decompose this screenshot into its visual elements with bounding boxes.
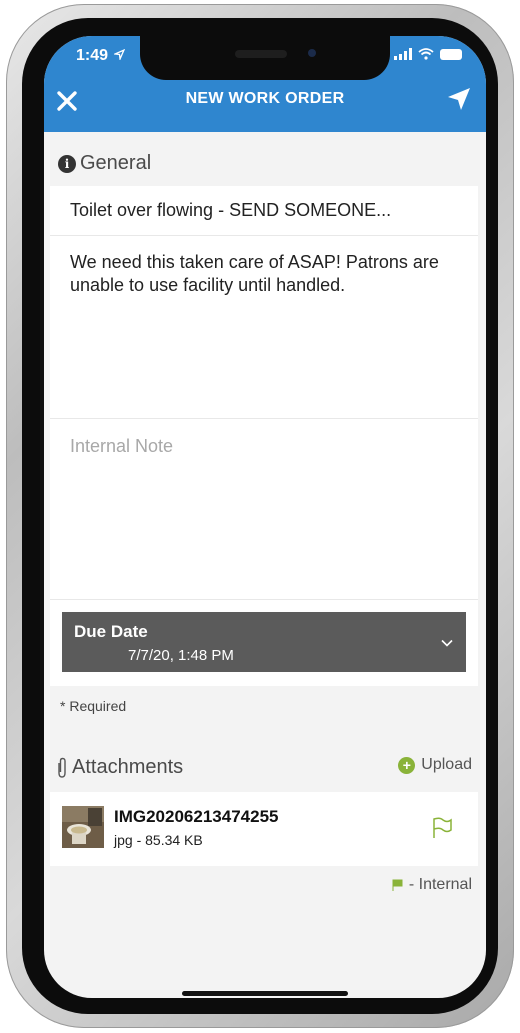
info-icon: i [58,154,76,173]
paperclip-icon [58,757,66,778]
internal-legend-label: - Internal [408,876,472,893]
description-field[interactable]: We need this taken care of ASAP! Patrons… [50,237,478,419]
due-date-label: Due Date [74,622,148,641]
upload-button[interactable]: + Upload [398,756,472,774]
send-arrow-icon [448,88,470,110]
required-note: * Required [60,698,127,714]
speaker-grille [235,50,287,58]
chevron-down-icon [441,639,453,647]
home-indicator [182,991,348,996]
general-section-label: General [80,152,152,174]
status-indicators [394,48,462,60]
attachment-meta: jpg - 85.34 KB [114,832,203,848]
flag-filled-icon [392,879,403,891]
internal-flag-toggle[interactable] [430,816,454,840]
due-date-value: 7/7/20, 1:48 PM [128,647,234,664]
send-button[interactable] [446,86,472,112]
wifi-icon [418,48,434,60]
front-camera [308,49,316,57]
battery-icon [440,48,462,60]
phone-notch [140,36,390,80]
app-screen: 1:49 NEW WORK ORDER i General Toilet ove… [44,36,486,998]
flag-outline-icon [433,817,452,838]
attachments-section-label: Attachments [72,756,184,778]
subject-field[interactable]: Toilet over flowing - SEND SOMEONE... [50,186,478,236]
internal-legend: - Internal [391,876,472,894]
upload-label: Upload [421,756,472,773]
page-title: NEW WORK ORDER [185,90,345,107]
attachments-section-header: Attachments [56,756,183,779]
due-date-select[interactable]: Due Date 7/7/20, 1:48 PM [62,612,466,672]
attachment-item[interactable]: IMG20206213474255 jpg - 85.34 KB [50,792,478,866]
cellular-signal-icon [394,48,412,60]
status-time: 1:49 [76,47,126,65]
attachment-thumbnail [62,806,104,848]
toilet-photo-icon [62,806,104,848]
general-section-header: i General [58,152,151,175]
attachment-name: IMG20206213474255 [114,807,279,826]
location-arrow-icon [113,48,126,62]
internal-note-field[interactable]: Internal Note [50,420,478,600]
plus-icon: + [398,756,416,774]
app-header: 1:49 NEW WORK ORDER [44,36,486,132]
general-card: Toilet over flowing - SEND SOMEONE... We… [50,186,478,686]
